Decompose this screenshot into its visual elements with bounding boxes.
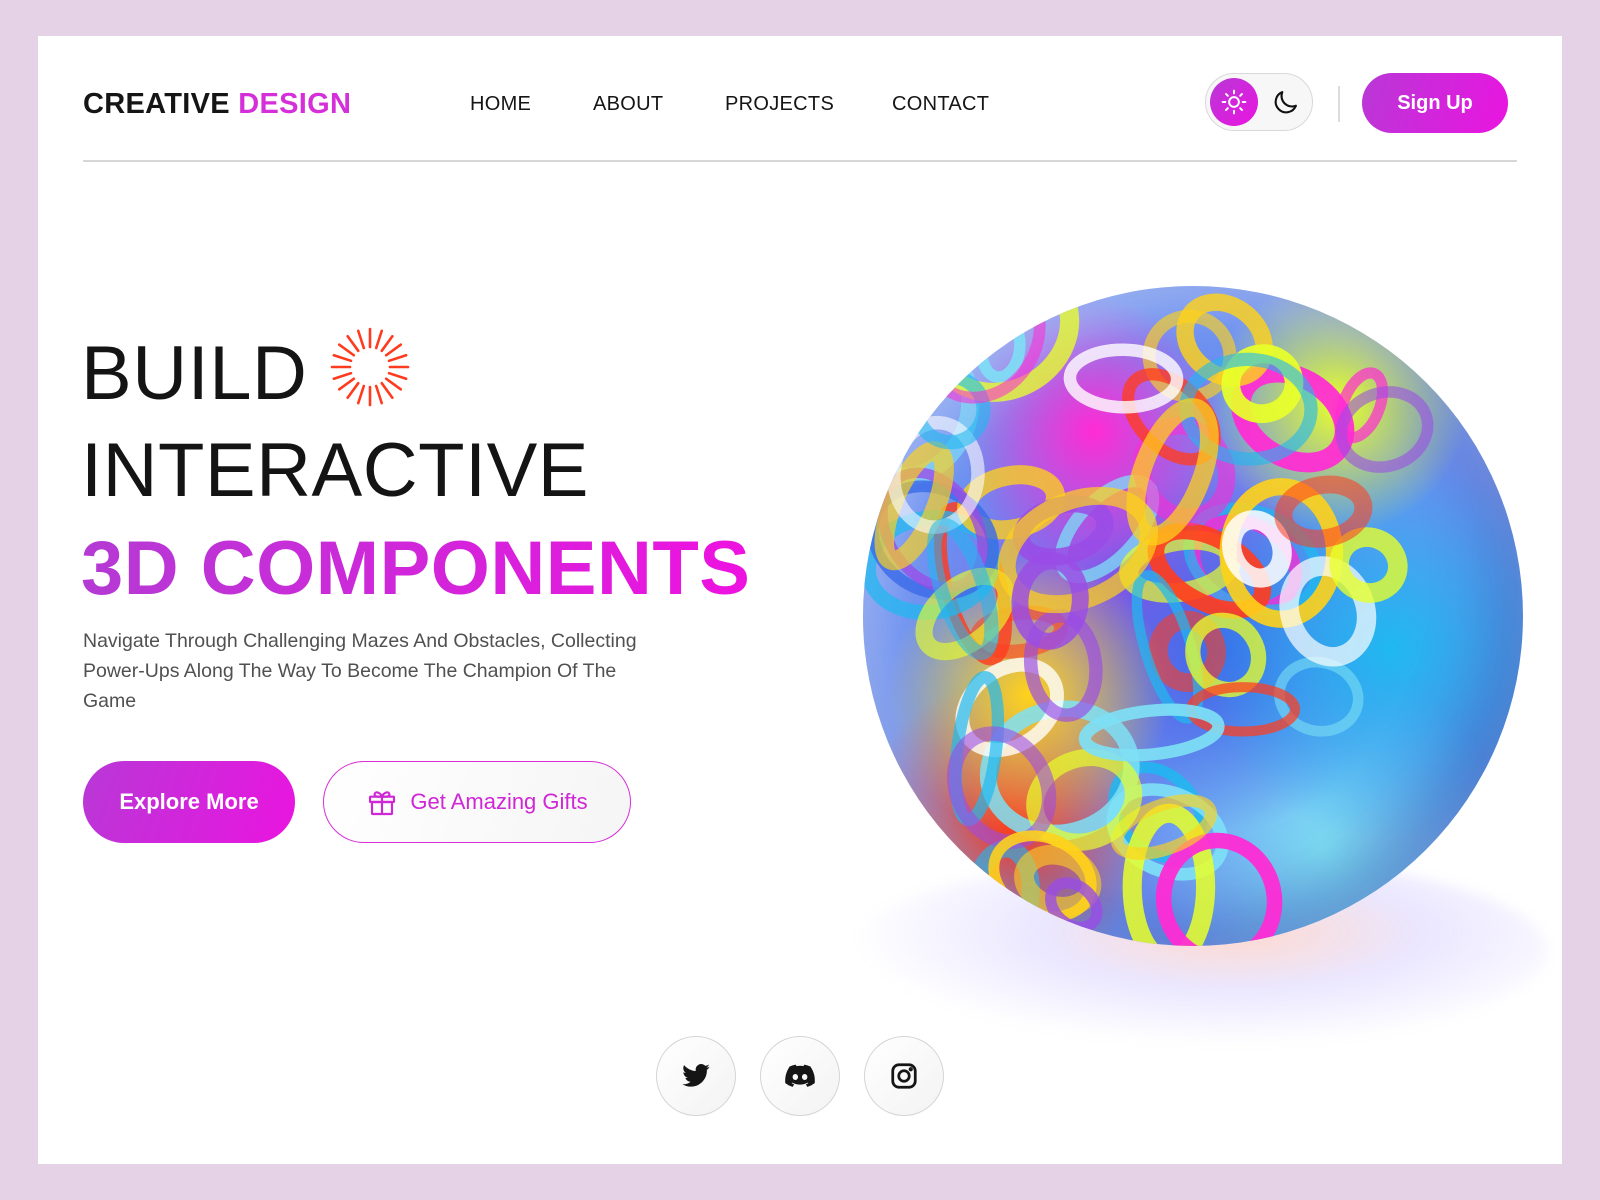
explore-more-button[interactable]: Explore More (83, 761, 295, 843)
discord-button[interactable] (760, 1036, 840, 1116)
knot-loop (915, 286, 1046, 404)
gift-icon (369, 791, 396, 816)
moon-icon (1274, 91, 1297, 114)
brand-name-primary: CREATIVE (83, 88, 230, 120)
sunburst-ray (387, 353, 408, 363)
nav-projects[interactable]: PROJECTS (725, 93, 834, 116)
sunburst-icon (330, 327, 410, 407)
twitter-icon (682, 1064, 710, 1087)
sunburst-ray (380, 334, 394, 353)
nav-contact[interactable]: CONTACT (892, 93, 989, 116)
sunburst-ray (346, 381, 360, 400)
hero-description: Navigate Through Challenging Mazes And O… (83, 630, 637, 712)
landing-page-card: CREATIVE DESIGN HOME ABOUT PROJECTS CONT… (38, 36, 1562, 1164)
knot-loop (975, 312, 1026, 383)
nav-about[interactable]: ABOUT (593, 93, 663, 116)
sunburst-ray (356, 329, 366, 350)
sunburst-ray (387, 371, 408, 381)
light-mode-button[interactable] (1210, 78, 1258, 126)
twitter-button[interactable] (656, 1036, 736, 1116)
sunburst-ray (384, 343, 403, 357)
sunburst-ray (356, 384, 366, 405)
knot-pattern (863, 286, 1434, 946)
sunburst-ray (332, 371, 353, 381)
sunburst-ray (374, 329, 384, 350)
nav-home[interactable]: HOME (470, 93, 531, 116)
sunburst-ray (374, 384, 384, 405)
sun-icon (1221, 89, 1247, 115)
hero-title-line2: INTERACTIVE (81, 428, 589, 513)
knot-loop (910, 369, 991, 450)
sunburst-ray (346, 334, 360, 353)
sunburst-ray (337, 377, 356, 391)
sunburst-ray (337, 343, 356, 357)
signup-button[interactable]: Sign Up (1362, 73, 1508, 133)
instagram-button[interactable] (864, 1036, 944, 1116)
header-separator (1338, 86, 1340, 122)
knot-loop (1279, 556, 1377, 667)
get-gifts-label: Get Amazing Gifts (410, 789, 588, 814)
hero-title-line1: BUILD (81, 331, 308, 416)
instagram-icon (891, 1063, 917, 1089)
theme-toggle[interactable] (1205, 73, 1313, 131)
sunburst-ray (384, 377, 403, 391)
sunburst-ray (332, 353, 353, 363)
hero-title-highlight: 3D COMPONENTS (81, 526, 751, 611)
brand-name-accent: DESIGN (238, 88, 352, 120)
get-gifts-button[interactable]: Get Amazing Gifts (323, 761, 631, 843)
rainbow-knot-sphere (863, 286, 1523, 946)
dark-mode-button[interactable] (1264, 80, 1308, 124)
discord-icon (785, 1064, 815, 1087)
hero-3d-sphere-image (808, 236, 1562, 1066)
header-divider (83, 160, 1517, 162)
brand-logo[interactable]: CREATIVE DESIGN (83, 88, 351, 121)
sunburst-ray (380, 381, 394, 400)
